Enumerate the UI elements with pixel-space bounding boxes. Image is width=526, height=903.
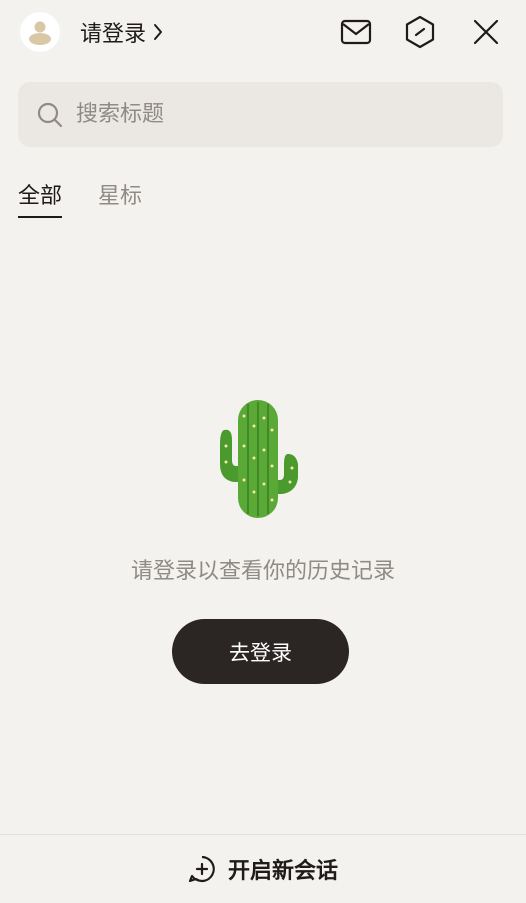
footer: 开启新会话: [0, 834, 526, 903]
mail-icon: [340, 19, 372, 45]
mail-button[interactable]: [336, 12, 376, 52]
hexagon-slash-icon: [405, 15, 435, 49]
login-label: 请登录: [80, 22, 147, 47]
tab-starred[interactable]: 星标: [98, 178, 142, 218]
search-icon: [37, 102, 63, 127]
chevron-right-icon: [154, 24, 163, 40]
login-link[interactable]: 请登录: [80, 14, 164, 50]
search-input[interactable]: [76, 102, 456, 127]
close-button[interactable]: [466, 12, 506, 52]
header: 请登录: [0, 0, 526, 64]
plus-circle-chat-icon: [188, 855, 215, 883]
new-chat-button[interactable]: 开启新会话: [188, 853, 338, 885]
go-login-button[interactable]: 去登录: [172, 619, 349, 684]
cactus-icon: [220, 400, 298, 518]
tab-bar: 全部 星标: [18, 178, 142, 218]
tab-all[interactable]: 全部: [18, 178, 63, 218]
app-page: 请登录 搜索标题 全部 星标 请登录以查看你的历史记录 去登录 开启新会话: [0, 0, 526, 903]
avatar[interactable]: [20, 12, 60, 52]
hexagon-button[interactable]: [400, 12, 440, 52]
search-bar[interactable]: [18, 82, 503, 147]
new-chat-label: 开启新会话: [227, 859, 338, 884]
empty-state-message: 请登录以查看你的历史记录: [130, 559, 395, 584]
avatar-user-icon: [20, 12, 60, 52]
close-icon: [473, 19, 499, 45]
